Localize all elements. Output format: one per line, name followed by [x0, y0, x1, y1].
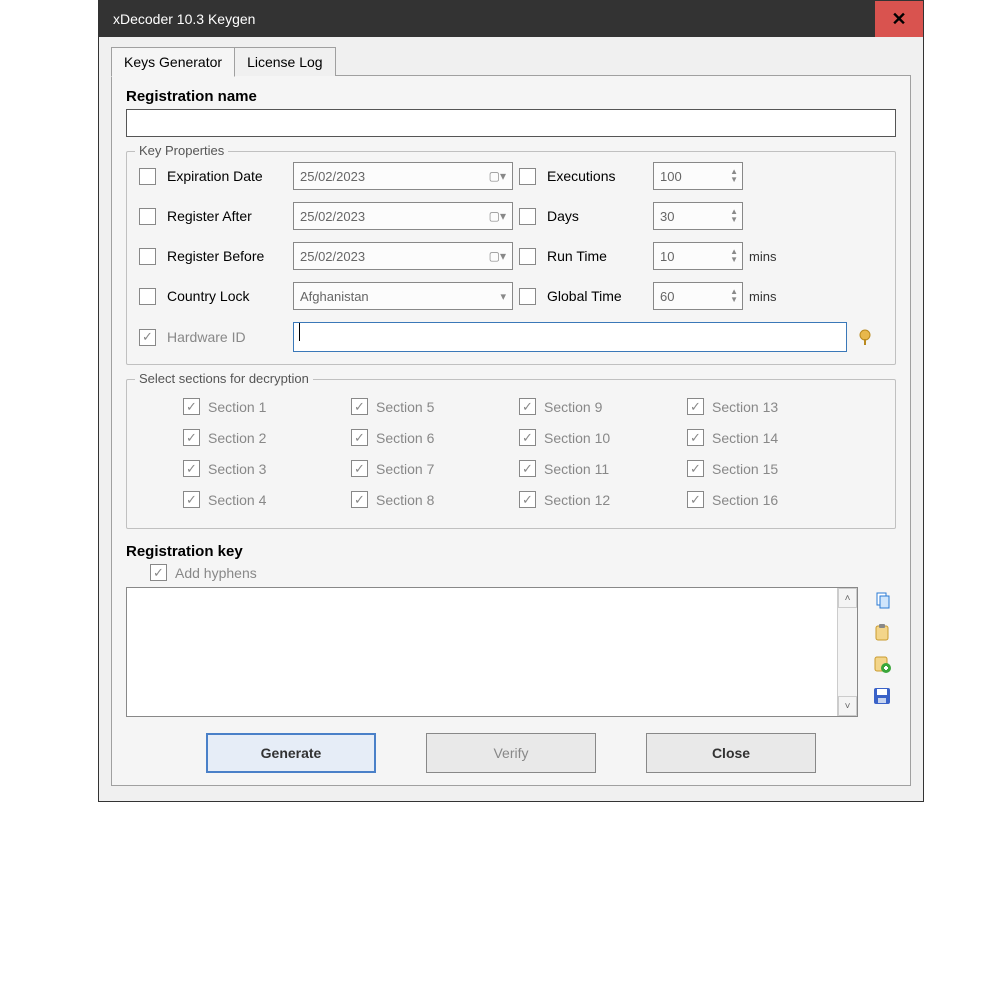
hardware-id-input[interactable]: [293, 322, 847, 352]
executions-spinner[interactable]: 100 ▲▼: [653, 162, 743, 190]
section-8-checkbox[interactable]: [351, 491, 368, 508]
section-12-checkbox[interactable]: [519, 491, 536, 508]
country-lock-select[interactable]: Afghanistan ▾: [293, 282, 513, 310]
add-hyphens-checkbox[interactable]: [150, 564, 167, 581]
days-checkbox[interactable]: [519, 208, 536, 225]
sections-legend: Select sections for decryption: [135, 371, 313, 386]
spinner-buttons[interactable]: ▲▼: [730, 288, 738, 304]
run-time-label: Run Time: [547, 248, 647, 264]
scroll-up-icon[interactable]: ˄: [838, 588, 857, 608]
calendar-icon: ▢▾: [489, 249, 506, 263]
window: xDecoder 10.3 Keygen ✕ Keys Generator Li…: [98, 0, 924, 802]
register-after-label: Register After: [167, 208, 287, 224]
global-time-label: Global Time: [547, 288, 647, 304]
spinner-buttons[interactable]: ▲▼: [730, 168, 738, 184]
add-icon[interactable]: [871, 653, 893, 675]
hardware-id-label: Hardware ID: [167, 329, 287, 345]
expiration-date-checkbox[interactable]: [139, 168, 156, 185]
global-time-checkbox[interactable]: [519, 288, 536, 305]
section-2-checkbox[interactable]: [183, 429, 200, 446]
close-button[interactable]: Close: [646, 733, 816, 773]
spinner-buttons[interactable]: ▲▼: [730, 208, 738, 224]
calendar-icon: ▢▾: [489, 169, 506, 183]
key-properties-group: Key Properties Expiration Date 25/02/202…: [126, 151, 896, 365]
registration-name-label: Registration name: [126, 88, 896, 105]
register-after-input[interactable]: 25/02/2023 ▢▾: [293, 202, 513, 230]
global-time-spinner[interactable]: 60 ▲▼: [653, 282, 743, 310]
section-7-checkbox[interactable]: [351, 460, 368, 477]
copy-icon[interactable]: [871, 589, 893, 611]
tab-strip: Keys Generator License Log: [111, 47, 911, 76]
section-14-checkbox[interactable]: [687, 429, 704, 446]
register-before-label: Register Before: [167, 248, 287, 264]
generate-button[interactable]: Generate: [206, 733, 376, 773]
titlebar: xDecoder 10.3 Keygen ✕: [99, 1, 923, 37]
section-13-checkbox[interactable]: [687, 398, 704, 415]
executions-checkbox[interactable]: [519, 168, 536, 185]
key-properties-legend: Key Properties: [135, 143, 228, 158]
days-label: Days: [547, 208, 647, 224]
window-close-button[interactable]: ✕: [875, 1, 923, 37]
tab-license-log[interactable]: License Log: [235, 47, 336, 76]
paste-icon[interactable]: [871, 621, 893, 643]
section-15-checkbox[interactable]: [687, 460, 704, 477]
scrollbar[interactable]: ˄ ˅: [837, 588, 857, 716]
chevron-down-icon: ▾: [500, 290, 506, 303]
section-16-checkbox[interactable]: [687, 491, 704, 508]
expiration-date-input[interactable]: 25/02/2023 ▢▾: [293, 162, 513, 190]
registration-name-input[interactable]: [126, 109, 896, 137]
pin-icon[interactable]: [853, 325, 877, 349]
spinner-buttons[interactable]: ▲▼: [730, 248, 738, 264]
verify-button[interactable]: Verify: [426, 733, 596, 773]
country-lock-label: Country Lock: [167, 288, 287, 304]
section-10-checkbox[interactable]: [519, 429, 536, 446]
calendar-icon: ▢▾: [489, 209, 506, 223]
registration-key-textarea[interactable]: ˄ ˅: [126, 587, 858, 717]
hardware-id-checkbox[interactable]: [139, 329, 156, 346]
days-spinner[interactable]: 30 ▲▼: [653, 202, 743, 230]
section-4-checkbox[interactable]: [183, 491, 200, 508]
run-time-checkbox[interactable]: [519, 248, 536, 265]
window-title: xDecoder 10.3 Keygen: [113, 11, 875, 27]
section-6-checkbox[interactable]: [351, 429, 368, 446]
section-1-checkbox[interactable]: [183, 398, 200, 415]
register-after-checkbox[interactable]: [139, 208, 156, 225]
country-lock-checkbox[interactable]: [139, 288, 156, 305]
sections-group: Select sections for decryption Section 1…: [126, 379, 896, 529]
add-hyphens-label: Add hyphens: [175, 565, 257, 581]
run-time-spinner[interactable]: 10 ▲▼: [653, 242, 743, 270]
global-time-units: mins: [749, 289, 789, 304]
section-3-checkbox[interactable]: [183, 460, 200, 477]
run-time-units: mins: [749, 249, 789, 264]
section-11-checkbox[interactable]: [519, 460, 536, 477]
tab-body: Registration name Key Properties Expirat…: [111, 75, 911, 786]
scroll-down-icon[interactable]: ˅: [838, 696, 857, 716]
executions-label: Executions: [547, 168, 647, 184]
registration-key-label: Registration key: [126, 543, 896, 560]
tab-keys-generator[interactable]: Keys Generator: [111, 47, 235, 77]
expiration-date-label: Expiration Date: [167, 168, 287, 184]
register-before-checkbox[interactable]: [139, 248, 156, 265]
section-5-checkbox[interactable]: [351, 398, 368, 415]
section-9-checkbox[interactable]: [519, 398, 536, 415]
register-before-input[interactable]: 25/02/2023 ▢▾: [293, 242, 513, 270]
save-icon[interactable]: [871, 685, 893, 707]
